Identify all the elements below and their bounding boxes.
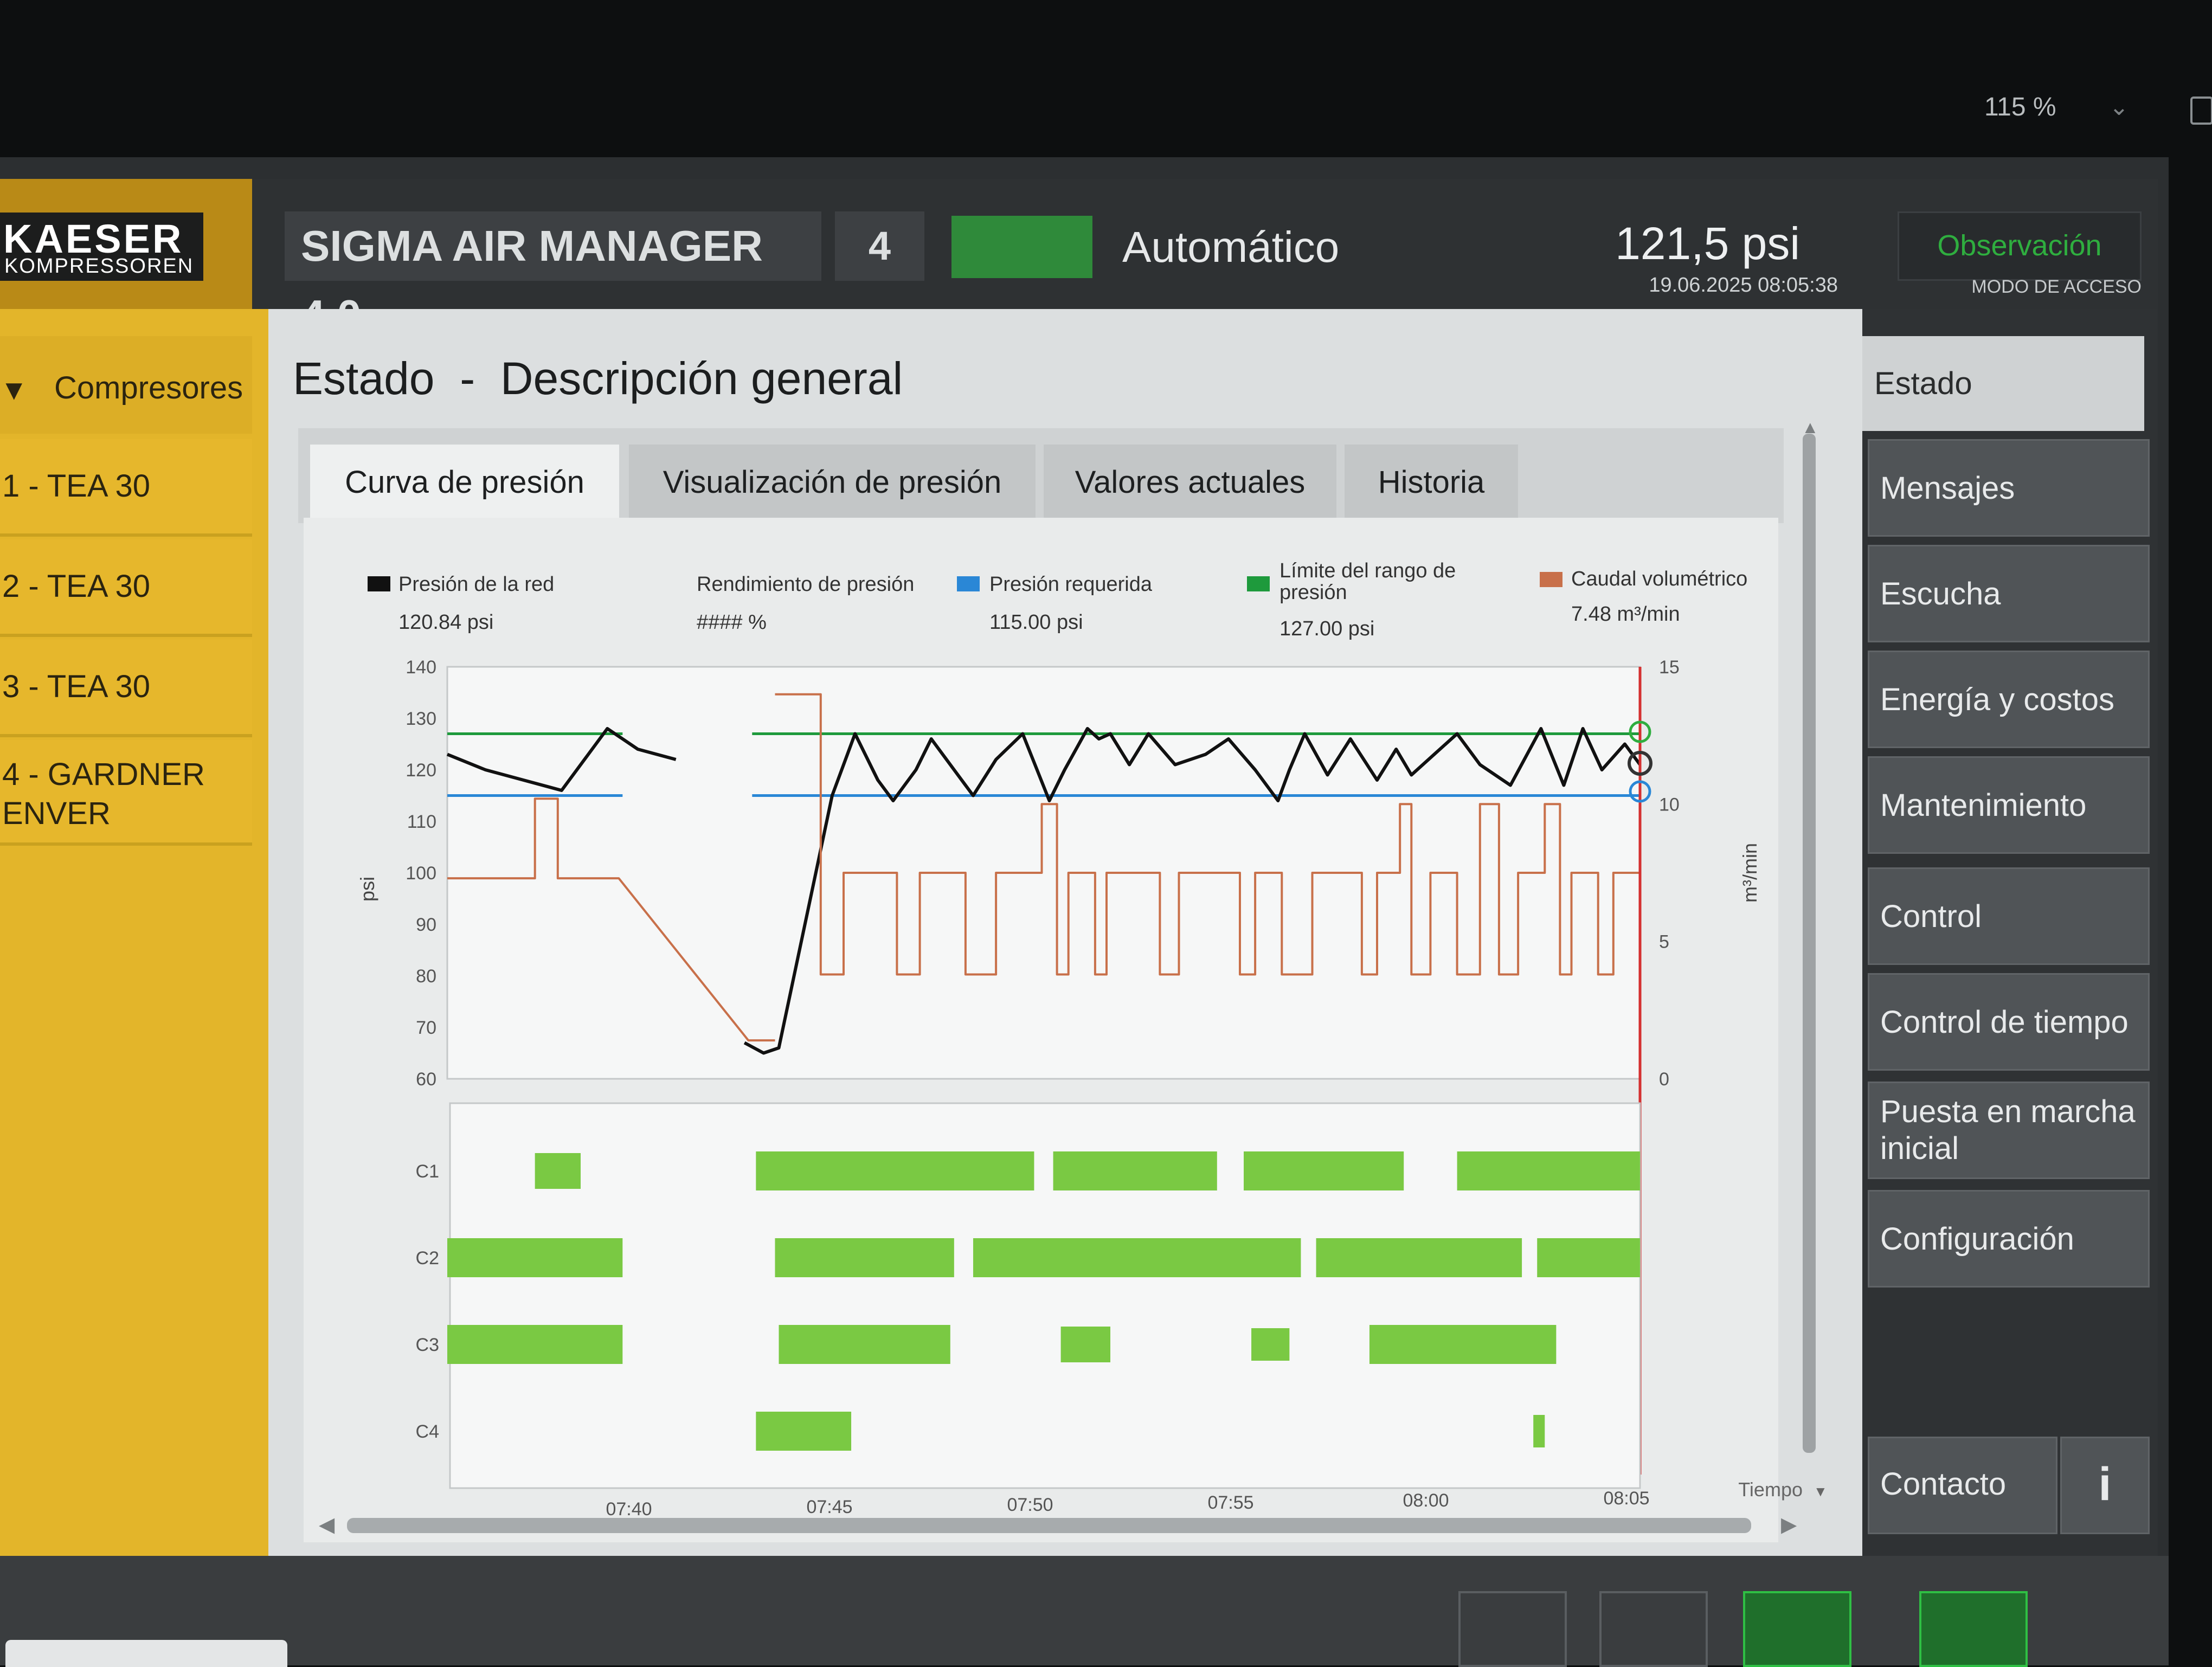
legend-swatch: [1540, 572, 1562, 587]
nav-messages[interactable]: Mensajes: [1868, 439, 2150, 537]
legend-value: 115.00 psi: [989, 611, 1083, 634]
nav-control[interactable]: Control: [1868, 867, 2150, 965]
nav-label: Puesta en marcha inicial: [1880, 1094, 2136, 1166]
nav-estado[interactable]: Estado: [1862, 336, 2144, 431]
nav-maintenance[interactable]: Mantenimiento: [1868, 756, 2150, 854]
bottom-tab: [5, 1640, 287, 1667]
x-tick-label: 07:45: [806, 1497, 852, 1517]
nav-label: Control de tiempo: [1880, 1004, 2129, 1040]
compressor-row-label: C3: [416, 1335, 439, 1355]
nav-listening[interactable]: Escucha: [1868, 545, 2150, 642]
edit-icon[interactable]: [1458, 1591, 1567, 1667]
y2-tick-label: 15: [1659, 657, 1680, 678]
legend-value: #### %: [697, 611, 767, 634]
nav-label: Escucha: [1880, 576, 2001, 612]
activity-bar: [1244, 1151, 1404, 1190]
power-icon[interactable]: [1919, 1591, 2028, 1667]
vertical-scrollbar[interactable]: [1803, 434, 1816, 1453]
clock-icon[interactable]: [1599, 1591, 1708, 1667]
horizontal-scrollbar[interactable]: [347, 1518, 1751, 1533]
plot-area: [446, 666, 1641, 1080]
activity-bar: [1060, 1327, 1111, 1362]
legend-label: Presión requerida: [989, 573, 1153, 596]
x-tick-label: 08:00: [1403, 1490, 1449, 1511]
x-tick-label: 07:50: [1007, 1495, 1053, 1515]
legend-label: Rendimiento de presión: [697, 573, 914, 596]
compressor-row-label: C2: [416, 1248, 439, 1269]
nav-commissioning[interactable]: Puesta en marcha inicial: [1868, 1082, 2150, 1179]
activity-bar: [756, 1151, 1034, 1190]
nav-label: Mensajes: [1880, 470, 2015, 506]
legend: Presión de la red 120.84 psi Rendimiento…: [368, 559, 1747, 640]
nav-label: Energía y costos: [1880, 681, 2114, 717]
legend-label: Presión de la red: [398, 573, 554, 596]
activity-bar: [1316, 1238, 1522, 1277]
nav-label: Configuración: [1880, 1221, 2074, 1257]
y-tick-label: 70: [416, 1018, 436, 1038]
remote-icon[interactable]: [1743, 1591, 1851, 1667]
activity-bar: [447, 1238, 623, 1277]
y-tick-label: 90: [416, 915, 436, 935]
nav-label: Mantenimiento: [1880, 787, 2087, 823]
activity-bar: [447, 1325, 623, 1364]
scroll-left-icon[interactable]: ◀: [319, 1512, 335, 1537]
y-axis: 140 130 120 110 100 90 80 70 60: [406, 657, 436, 1090]
legend-swatch: [957, 576, 980, 591]
y-axis-label: psi: [356, 877, 378, 902]
y2-tick-label: 5: [1659, 932, 1669, 952]
y2-tick-label: 10: [1659, 794, 1680, 815]
activity-bar: [1369, 1325, 1557, 1364]
legend-value: 127.00 psi: [1279, 617, 1374, 640]
activity-bar: [756, 1412, 852, 1451]
contact-button[interactable]: Contacto: [1868, 1437, 2057, 1534]
x-tick-label: 07:40: [606, 1499, 652, 1520]
legend-label-line2: presión: [1279, 581, 1347, 604]
nav-time-control[interactable]: Control de tiempo: [1868, 973, 2150, 1071]
activity-bar: [973, 1238, 1301, 1277]
legend-label: Caudal volumétrico: [1571, 568, 1747, 590]
legend-label: Límite del rango de: [1279, 559, 1456, 582]
y-tick-label: 100: [406, 863, 436, 884]
activity-bar: [775, 1238, 954, 1277]
y-tick-label: 60: [416, 1069, 436, 1090]
y2-tick-label: 0: [1659, 1069, 1669, 1090]
x-axis-label[interactable]: Tiempo: [1738, 1478, 1803, 1501]
activity-bar: [779, 1325, 950, 1364]
y-tick-label: 120: [406, 760, 436, 781]
compressor-row-label: C4: [416, 1421, 439, 1442]
y2-axis: 15 10 5 0: [1659, 657, 1680, 1090]
y2-axis-label: m³/min: [1739, 843, 1761, 903]
y-tick-label: 80: [416, 966, 436, 987]
nav-configuration[interactable]: Configuración: [1868, 1190, 2150, 1288]
activity-bar: [535, 1153, 581, 1189]
legend-swatch: [1247, 576, 1270, 591]
nav-energy-costs[interactable]: Energía y costos: [1868, 651, 2150, 748]
x-tick-label: 07:55: [1207, 1492, 1253, 1513]
scroll-right-icon[interactable]: ▶: [1781, 1512, 1797, 1537]
legend-value: 7.48 m³/min: [1571, 603, 1680, 626]
activity-bar: [1537, 1238, 1640, 1277]
y-tick-label: 110: [407, 812, 436, 832]
y-tick-label: 130: [406, 709, 436, 729]
nav-label: Control: [1880, 898, 1982, 934]
x-axis: 07:40 07:45 07:50 07:55 08:00 08:05: [606, 1488, 1649, 1520]
activity-bar: [1533, 1415, 1545, 1447]
activity-bar: [1053, 1151, 1217, 1190]
activity-bar: [1251, 1328, 1290, 1361]
compressor-row-label: C1: [416, 1161, 439, 1182]
x-tick-label: 08:05: [1603, 1488, 1649, 1509]
info-icon[interactable]: i: [2060, 1437, 2150, 1534]
legend-swatch: [368, 576, 390, 591]
chevron-down-icon[interactable]: ▼: [1814, 1483, 1828, 1499]
activity-bar: [1457, 1151, 1640, 1190]
legend-value: 120.84 psi: [398, 611, 493, 634]
y-tick-label: 140: [406, 657, 436, 678]
